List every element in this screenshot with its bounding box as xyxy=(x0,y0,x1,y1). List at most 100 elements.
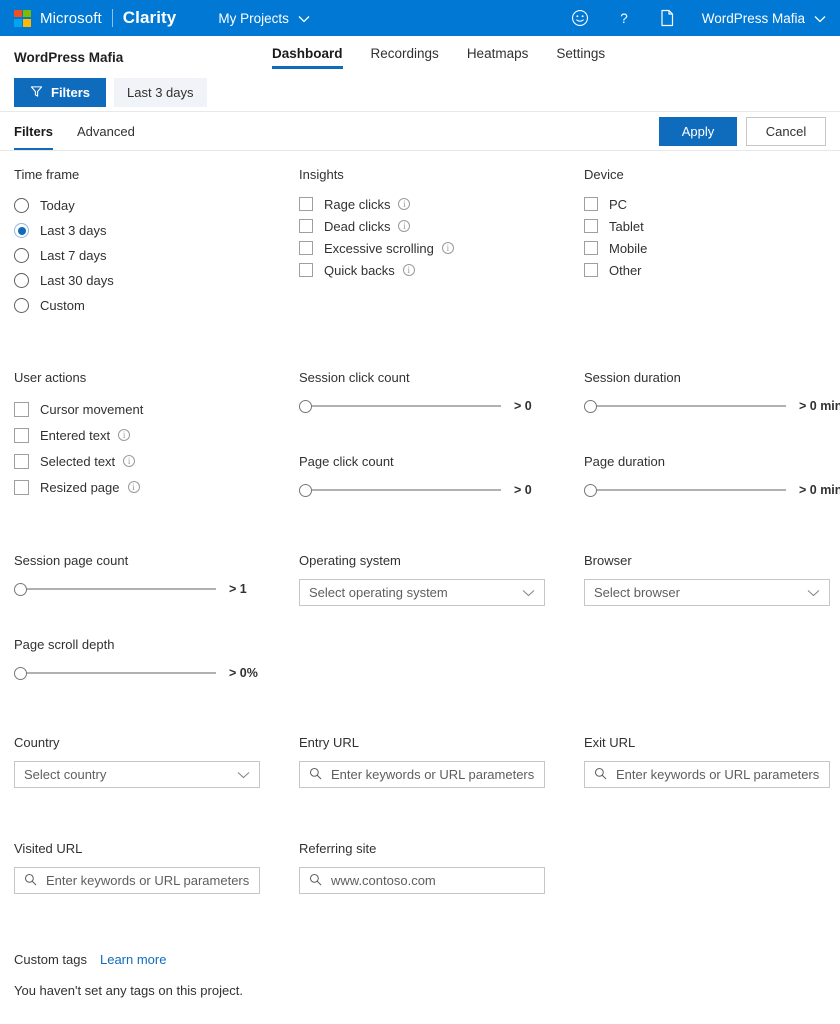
slider-track-wrap[interactable] xyxy=(584,483,786,497)
operating-system-group: Operating system Select operating system xyxy=(299,553,584,683)
checkbox-rage-clicks-label: Rage clicks xyxy=(324,196,391,212)
page-duration-slider[interactable]: > 0 min xyxy=(584,480,840,500)
brandbar-actions: ? WordPress Mafia xyxy=(571,9,826,27)
info-icon[interactable]: i xyxy=(123,455,136,467)
filter-row-4: Country Select country Entry URL Enter k… xyxy=(14,683,830,788)
checkbox-mobile-label: Mobile xyxy=(609,240,648,256)
slider-track[interactable] xyxy=(311,489,501,491)
checkbox-resized-page-label: Resized page xyxy=(40,479,120,495)
entry-url-label: Entry URL xyxy=(299,735,359,750)
radio-last-3-days[interactable]: Last 3 days xyxy=(14,218,299,243)
radio-today[interactable]: Today xyxy=(14,193,299,218)
checkbox-other[interactable]: Other xyxy=(584,259,826,281)
slider-track-wrap[interactable] xyxy=(299,399,501,413)
tab-filters[interactable]: Filters xyxy=(14,112,54,150)
visited-url-input[interactable]: Enter keywords or URL parameters xyxy=(14,867,260,894)
slider-track-wrap[interactable] xyxy=(584,399,786,413)
checkbox-mobile[interactable]: Mobile xyxy=(584,237,826,259)
referring-site-placeholder: www.contoso.com xyxy=(331,873,436,888)
info-icon[interactable]: i xyxy=(402,264,415,276)
radio-custom[interactable]: Custom xyxy=(14,293,299,318)
slider-track[interactable] xyxy=(311,405,501,407)
tab-heatmaps[interactable]: Heatmaps xyxy=(467,46,529,69)
page-duration-label: Page duration xyxy=(584,454,665,469)
session-duration-slider-group: Session duration > 0 min xyxy=(584,370,840,416)
visited-url-group: Visited URL Enter keywords or URL parame… xyxy=(14,841,299,894)
insights-group: Insights Rage clicks i Dead clicks i Exc… xyxy=(299,167,584,318)
duration-sliders: Session duration > 0 min Page duration >… xyxy=(584,370,840,500)
browser-dropdown[interactable]: Select browser xyxy=(584,579,830,606)
session-click-count-label: Session click count xyxy=(299,370,410,385)
checkbox-resized-page[interactable]: Resized page i xyxy=(14,474,299,500)
radio-last-7-days[interactable]: Last 7 days xyxy=(14,243,299,268)
user-account-menu[interactable]: WordPress Mafia xyxy=(702,11,826,26)
feedback-smiley-icon[interactable] xyxy=(571,9,589,27)
slider-thumb[interactable] xyxy=(14,666,27,680)
slider-track-wrap[interactable] xyxy=(299,483,501,497)
date-range-chip[interactable]: Last 3 days xyxy=(114,78,207,107)
checkbox-entered-text[interactable]: Entered text i xyxy=(14,422,299,448)
slider-thumb[interactable] xyxy=(299,399,312,413)
info-icon[interactable]: i xyxy=(127,481,140,493)
checkbox-dead-clicks[interactable]: Dead clicks i xyxy=(299,215,584,237)
checkbox-pc[interactable]: PC xyxy=(584,193,826,215)
page-click-count-slider[interactable]: > 0 xyxy=(299,480,584,500)
checkbox-rage-clicks[interactable]: Rage clicks i xyxy=(299,193,584,215)
checkbox-box-icon xyxy=(14,479,29,495)
info-icon[interactable]: i xyxy=(118,429,131,441)
slider-thumb[interactable] xyxy=(584,399,597,413)
radio-circle-icon xyxy=(14,248,29,263)
referring-site-input[interactable]: www.contoso.com xyxy=(299,867,545,894)
checkbox-tablet-label: Tablet xyxy=(609,218,644,234)
document-icon[interactable] xyxy=(659,9,676,27)
search-icon xyxy=(24,873,37,889)
slider-track[interactable] xyxy=(596,405,786,407)
slider-thumb[interactable] xyxy=(584,483,597,497)
country-dropdown[interactable]: Select country xyxy=(14,761,260,788)
search-icon xyxy=(309,767,322,783)
slider-track[interactable] xyxy=(26,588,216,590)
slider-track[interactable] xyxy=(596,489,786,491)
slider-track[interactable] xyxy=(26,672,216,674)
entry-url-input[interactable]: Enter keywords or URL parameters xyxy=(299,761,545,788)
my-projects-menu[interactable]: My Projects xyxy=(218,11,310,26)
page-count-sliders: Session page count > 1 Page scroll depth xyxy=(14,553,299,683)
filter-row-5-spacer xyxy=(584,841,826,894)
slider-thumb[interactable] xyxy=(299,483,312,497)
slider-track-wrap[interactable] xyxy=(14,666,216,680)
filters-button[interactable]: Filters xyxy=(14,78,107,107)
info-icon[interactable]: i xyxy=(441,242,454,254)
info-icon[interactable]: i xyxy=(398,198,411,210)
session-click-count-slider[interactable]: > 0 xyxy=(299,396,584,416)
filter-row-5: Visited URL Enter keywords or URL parame… xyxy=(14,788,826,894)
apply-button[interactable]: Apply xyxy=(659,116,737,146)
tab-dashboard[interactable]: Dashboard xyxy=(272,46,343,69)
checkbox-box-icon xyxy=(584,219,598,233)
help-question-icon[interactable]: ? xyxy=(615,9,633,27)
cancel-button[interactable]: Cancel xyxy=(746,116,826,146)
checkbox-tablet[interactable]: Tablet xyxy=(584,215,826,237)
browser-label: Browser xyxy=(584,553,632,568)
checkbox-cursor-movement[interactable]: Cursor movement xyxy=(14,396,299,422)
info-icon[interactable]: i xyxy=(398,220,411,232)
exit-url-input[interactable]: Enter keywords or URL parameters xyxy=(584,761,830,788)
checkbox-selected-text[interactable]: Selected text i xyxy=(14,448,299,474)
checkbox-quick-backs[interactable]: Quick backs i xyxy=(299,259,584,281)
filter-panel-body: Time frame Today Last 3 days Last 7 days… xyxy=(0,151,840,998)
session-duration-slider[interactable]: > 0 min xyxy=(584,396,840,416)
radio-last-30-days-label: Last 30 days xyxy=(40,273,114,288)
slider-thumb[interactable] xyxy=(14,582,27,596)
checkbox-excessive-scrolling[interactable]: Excessive scrolling i xyxy=(299,237,584,259)
tab-settings[interactable]: Settings xyxy=(556,46,605,69)
filter-panel-actions: Apply Cancel xyxy=(659,116,826,146)
funnel-icon xyxy=(30,85,43,101)
learn-more-link[interactable]: Learn more xyxy=(100,952,166,967)
tab-recordings[interactable]: Recordings xyxy=(371,46,439,69)
radio-last-30-days[interactable]: Last 30 days xyxy=(14,268,299,293)
session-page-count-slider[interactable]: > 1 xyxy=(14,579,299,599)
page-scroll-depth-slider[interactable]: > 0% xyxy=(14,663,299,683)
operating-system-dropdown[interactable]: Select operating system xyxy=(299,579,545,606)
slider-track-wrap[interactable] xyxy=(14,582,216,596)
tab-advanced[interactable]: Advanced xyxy=(77,112,135,150)
session-duration-value: > 0 min xyxy=(799,399,840,413)
